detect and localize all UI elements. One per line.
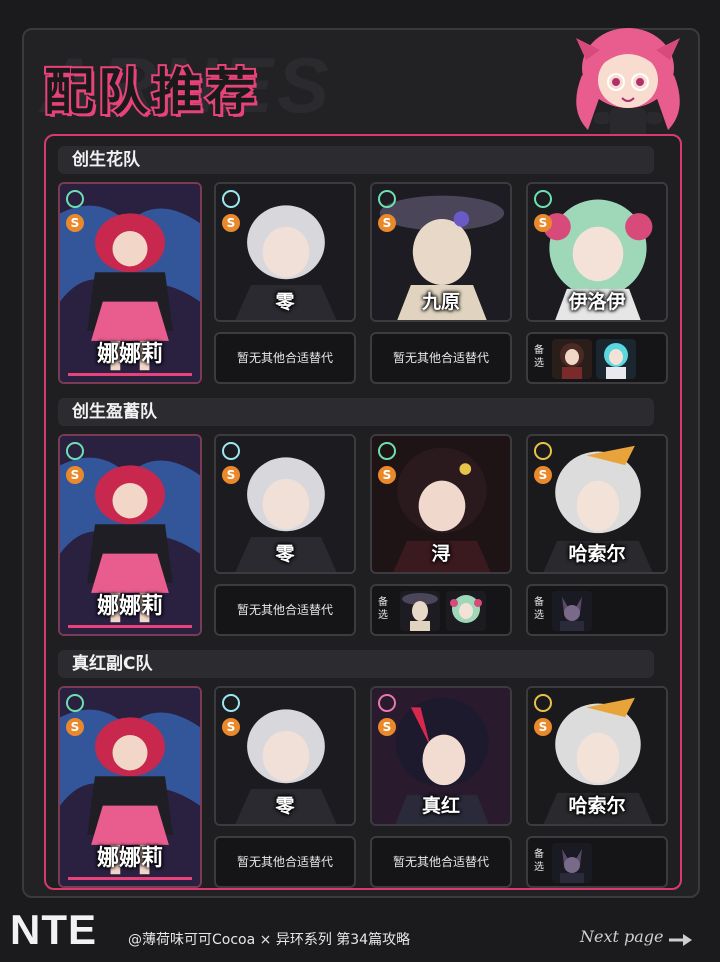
rank-badge-icon: S: [222, 466, 240, 484]
alternate-character-thumbnail[interactable]: [552, 843, 592, 883]
arrow-right-icon[interactable]: [668, 933, 694, 947]
character-name: 零: [275, 291, 295, 313]
character-name: 哈索尔: [568, 795, 626, 817]
alternate-character-thumbnail[interactable]: [552, 339, 592, 379]
team-label: 创生盈蓄队: [58, 398, 654, 426]
nte-logo: NTE: [10, 906, 97, 953]
character-name: 伊洛伊: [568, 291, 626, 313]
element-icon: [378, 694, 396, 712]
element-icon: [66, 694, 84, 712]
rank-badge-icon: S: [378, 214, 396, 232]
alternate-character-thumbnail[interactable]: [552, 591, 592, 631]
element-icon: [66, 442, 84, 460]
alternate-options[interactable]: 备选: [370, 584, 512, 636]
team-label: 创生花队: [58, 146, 654, 174]
element-icon: [378, 442, 396, 460]
rarity-bar: [68, 373, 192, 376]
alternate-none: 暂无其他合适替代: [370, 332, 512, 384]
rank-badge-icon: S: [66, 214, 84, 232]
character-name: 零: [275, 795, 295, 817]
alternate-none: 暂无其他合适替代: [214, 584, 356, 636]
rank-badge-icon: S: [222, 214, 240, 232]
team-label: 真红副C队: [58, 650, 654, 678]
rank-badge-icon: S: [378, 466, 396, 484]
member-card[interactable]: S 九原: [370, 182, 512, 322]
element-icon: [222, 694, 240, 712]
alternate-label: 备选: [534, 597, 544, 621]
character-name: 娜娜莉: [96, 594, 163, 619]
alternate-label: 备选: [378, 597, 388, 621]
main-character-card[interactable]: S 娜娜莉: [58, 686, 202, 888]
member-card[interactable]: S 零: [214, 686, 356, 826]
rank-badge-icon: S: [534, 214, 552, 232]
rank-badge-icon: S: [66, 466, 84, 484]
character-name: 零: [275, 543, 295, 565]
alternate-options[interactable]: 备选: [526, 332, 668, 384]
element-icon: [534, 442, 552, 460]
character-name: 娜娜莉: [96, 846, 163, 871]
character-name: 真红: [421, 795, 460, 817]
alternate-options[interactable]: 备选: [526, 836, 668, 888]
main-character-card[interactable]: S 娜娜莉: [58, 434, 202, 636]
element-icon: [66, 190, 84, 208]
alternate-none: 暂无其他合适替代: [214, 836, 356, 888]
character-name: 娜娜莉: [96, 342, 163, 367]
member-card[interactable]: S 真红: [370, 686, 512, 826]
rarity-bar: [68, 877, 192, 880]
rarity-bar: [68, 625, 192, 628]
rank-badge-icon: S: [378, 718, 396, 736]
page-title: 配队推荐: [42, 61, 260, 123]
author-credit: @薄荷味可可Cocoa × 异环系列 第34篇攻略: [128, 932, 411, 948]
alternate-label: 备选: [534, 345, 544, 369]
alternate-none: 暂无其他合适替代: [214, 332, 356, 384]
character-name: 浔: [431, 543, 451, 565]
rank-badge-icon: S: [222, 718, 240, 736]
element-icon: [378, 190, 396, 208]
element-icon: [222, 442, 240, 460]
element-icon: [534, 190, 552, 208]
rank-badge-icon: S: [534, 718, 552, 736]
element-icon: [534, 694, 552, 712]
alternate-options[interactable]: 备选: [526, 584, 668, 636]
character-name: 九原: [421, 291, 460, 313]
alternate-label: 备选: [534, 849, 544, 873]
rank-badge-icon: S: [66, 718, 84, 736]
rank-badge-icon: S: [534, 466, 552, 484]
element-icon: [222, 190, 240, 208]
next-page-link[interactable]: Next page: [580, 927, 664, 946]
member-card[interactable]: S 伊洛伊: [526, 182, 668, 322]
alternate-character-thumbnail[interactable]: [596, 339, 636, 379]
member-card[interactable]: S 浔: [370, 434, 512, 574]
member-card[interactable]: S 零: [214, 434, 356, 574]
alternate-character-thumbnail[interactable]: [446, 591, 486, 631]
member-card[interactable]: S 哈索尔: [526, 434, 668, 574]
member-card[interactable]: S 哈索尔: [526, 686, 668, 826]
member-card[interactable]: S 零: [214, 182, 356, 322]
alternate-character-thumbnail[interactable]: [400, 591, 440, 631]
main-character-card[interactable]: S 娜娜莉: [58, 182, 202, 384]
alternate-none: 暂无其他合适替代: [370, 836, 512, 888]
character-name: 哈索尔: [568, 543, 626, 565]
